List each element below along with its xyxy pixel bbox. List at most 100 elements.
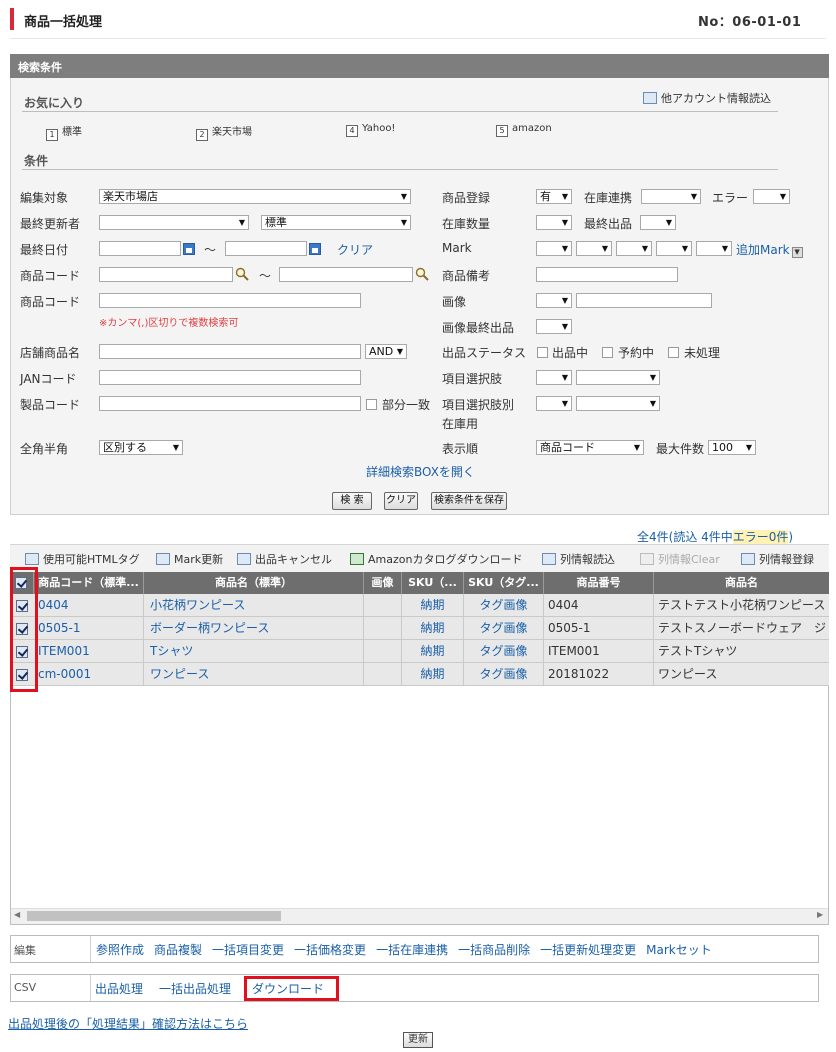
product-note-input[interactable] [536,267,678,282]
scroll-right-icon[interactable]: ▶ [817,910,823,919]
search-button[interactable]: 検 索 [332,492,372,510]
date-clear-link[interactable]: クリア [337,241,373,258]
html-tags-button[interactable]: 使用可能HTMLタグ [25,551,140,567]
date-to-input[interactable] [225,241,307,256]
and-or-select[interactable]: AND ▼ [365,344,407,359]
action-bulk-listing-process[interactable]: 一括出品処理 [159,980,231,997]
action-bulk-stock-link[interactable]: 一括在庫連携 [376,941,448,958]
action-mark-set[interactable]: Markセット [646,941,712,958]
cancel-listing-button[interactable]: 出品キャンセル [237,551,332,567]
cell-code[interactable]: 0505-1 [34,617,144,640]
last-listing-select[interactable]: ▼ [640,215,676,230]
update-button[interactable]: 更新 [403,1032,433,1048]
col-product-name[interactable]: 商品名（標準） [144,572,364,594]
action-listing-process[interactable]: 出品処理 [95,980,143,997]
col-product-code[interactable]: 商品コード（標準... [34,572,144,594]
action-reference-create[interactable]: 参照作成 [96,941,144,958]
product-code-multi-input[interactable] [99,293,361,308]
cell-sku-1[interactable]: 納期 [402,617,464,640]
favorite-rakuten[interactable]: 2 楽天市場 [196,123,252,141]
stock-qty-select[interactable]: ▼ [536,215,572,230]
action-bulk-price-change[interactable]: 一括価格変更 [294,941,366,958]
add-mark-link[interactable]: 追加Mark ▼ [736,241,803,258]
error-select[interactable]: ▼ [753,189,790,204]
product-code-to-input[interactable] [279,267,413,282]
cell-sku-tag[interactable]: タグ画像 [464,640,544,663]
cell-code[interactable]: 0404 [34,594,144,617]
status-unprocessed-checkbox[interactable] [668,347,679,358]
favorite-amazon[interactable]: 5 amazon [496,123,552,137]
other-account-link[interactable]: 他アカウント情報読込 [643,90,771,106]
cell-sku-1[interactable]: 納期 [402,594,464,617]
col-item-name[interactable]: 商品名 [654,572,829,594]
mark-select-5[interactable]: ▼ [696,241,732,256]
table-row[interactable]: cm-0001 ワンピース 納期 タグ画像 20181022 ワンピース [10,663,829,686]
search-icon[interactable] [235,267,249,281]
jan-code-input[interactable] [99,370,361,385]
cell-sku-tag[interactable]: タグ画像 [464,617,544,640]
save-search-button[interactable]: 検索条件を保存 [431,492,507,510]
col-sku-tag[interactable]: SKU（タグ... [464,572,544,594]
order-select[interactable]: 商品コード ▼ [536,440,644,455]
cell-code[interactable]: ITEM001 [34,640,144,663]
partial-match-checkbox[interactable] [366,399,377,410]
column-load-button[interactable]: 列情報読込 [542,551,615,567]
action-bulk-item-change[interactable]: 一括項目変更 [212,941,284,958]
col-product-number[interactable]: 商品番号 [544,572,654,594]
product-code-from-input[interactable] [99,267,233,282]
status-listing-checkbox[interactable] [537,347,548,358]
table-row[interactable]: ITEM001 Tシャツ 納期 タグ画像 ITEM001 テストTシャツ [10,640,829,663]
zenkaku-select[interactable]: 区別する ▼ [99,440,183,455]
standard-select[interactable]: 標準 ▼ [261,215,411,230]
mark-select-1[interactable]: ▼ [536,241,572,256]
cell-code[interactable]: cm-0001 [34,663,144,686]
favorite-standard[interactable]: 1 標準 [46,123,82,141]
cell-sku-tag[interactable]: タグ画像 [464,663,544,686]
col-sku-1[interactable]: SKU（... [402,572,464,594]
search-icon[interactable] [415,267,429,281]
scrollbar-thumb[interactable] [27,911,281,921]
image-select[interactable]: ▼ [536,293,572,308]
max-count-select[interactable]: 100 ▼ [708,440,756,455]
item-option-select-2[interactable]: ▼ [576,370,660,385]
result-check-link[interactable]: 出品処理後の「処理結果」確認方法はこちら [8,1015,248,1032]
shop-product-name-input[interactable] [99,344,361,359]
favorite-yahoo[interactable]: 4 Yahoo! [346,123,395,137]
calendar-icon[interactable] [309,243,321,255]
mark-select-4[interactable]: ▼ [656,241,692,256]
mark-update-button[interactable]: Mark更新 [156,551,223,567]
image-last-select[interactable]: ▼ [536,319,572,334]
clear-button[interactable]: クリア [384,492,418,510]
stock-link-select[interactable]: ▼ [641,189,701,204]
last-updater-select[interactable]: ▼ [99,215,249,230]
image-input[interactable] [576,293,712,308]
amazon-catalog-download-button[interactable]: Amazonカタログダウンロード [350,551,522,567]
cell-name[interactable]: ワンピース [144,663,364,686]
cell-sku-1[interactable]: 納期 [402,663,464,686]
detail-search-link[interactable]: 詳細検索BOXを開く [366,463,475,480]
item-option-stock-select-1[interactable]: ▼ [536,396,572,411]
cell-name[interactable]: Tシャツ [144,640,364,663]
mark-select-3[interactable]: ▼ [616,241,652,256]
date-from-input[interactable] [99,241,181,256]
column-save-button[interactable]: 列情報登録 [741,551,814,567]
mark-select-2[interactable]: ▼ [576,241,612,256]
edit-target-select[interactable]: 楽天市場店 ▼ [99,189,411,204]
action-duplicate[interactable]: 商品複製 [154,941,202,958]
cell-sku-tag[interactable]: タグ画像 [464,594,544,617]
action-bulk-delete[interactable]: 一括商品削除 [458,941,530,958]
status-reserved-checkbox[interactable] [602,347,613,358]
action-bulk-update-change[interactable]: 一括更新処理変更 [540,941,636,958]
scroll-left-icon[interactable]: ◀ [14,910,20,919]
col-image[interactable]: 画像 [364,572,402,594]
cell-name[interactable]: ボーダー柄ワンピース [144,617,364,640]
product-code3-input[interactable] [99,396,361,411]
item-option-stock-select-2[interactable]: ▼ [576,396,660,411]
table-row[interactable]: 0404 小花柄ワンピース 納期 タグ画像 0404 テストテスト小花柄ワンピー… [10,594,829,617]
item-option-select-1[interactable]: ▼ [536,370,572,385]
cell-name[interactable]: 小花柄ワンピース [144,594,364,617]
calendar-icon[interactable] [183,243,195,255]
product-reg-select[interactable]: 有 ▼ [536,189,572,204]
cell-sku-1[interactable]: 納期 [402,640,464,663]
table-row[interactable]: 0505-1 ボーダー柄ワンピース 納期 タグ画像 0505-1 テストスノーボ… [10,617,829,640]
